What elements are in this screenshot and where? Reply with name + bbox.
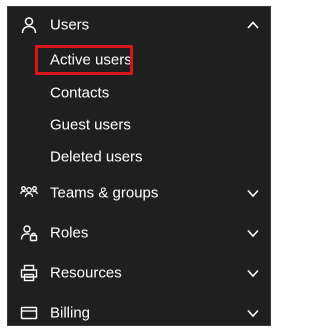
nav-item-roles-label: Roles (50, 224, 89, 242)
chevron-up-icon[interactable] (246, 18, 260, 32)
nav-item-teams-groups[interactable]: Teams & groups (8, 175, 270, 211)
nav-item-users[interactable]: Users (8, 7, 270, 43)
nav-subitem-deleted-users[interactable]: Deleted users (8, 142, 270, 172)
nav-item-roles[interactable]: Roles (8, 215, 270, 251)
people-group-icon (20, 184, 38, 202)
chevron-down-icon[interactable] (246, 186, 260, 200)
navigation-panel: Users Active users Contacts Guest users … (7, 6, 271, 326)
nav-item-billing-label: Billing (50, 304, 91, 322)
nav-item-resources-label: Resources (50, 264, 122, 282)
person-icon (20, 16, 38, 34)
nav-item-teams-groups-label: Teams & groups (50, 184, 159, 202)
chevron-down-icon[interactable] (246, 306, 260, 320)
nav-subitem-guest-users[interactable]: Guest users (8, 110, 270, 140)
nav-item-billing[interactable]: Billing (8, 295, 270, 325)
printer-icon (20, 264, 38, 282)
person-key-icon (20, 224, 38, 242)
nav-item-users-label: Users (50, 16, 90, 34)
highlight-box (35, 45, 133, 75)
chevron-down-icon[interactable] (246, 226, 260, 240)
nav-item-resources[interactable]: Resources (8, 255, 270, 291)
nav-subitem-contacts-label: Contacts (50, 84, 110, 102)
nav-subitem-deleted-users-label: Deleted users (50, 148, 143, 166)
nav-subitem-guest-users-label: Guest users (50, 116, 131, 134)
chevron-down-icon[interactable] (246, 266, 260, 280)
nav-subitem-contacts[interactable]: Contacts (8, 78, 270, 108)
credit-card-icon (20, 304, 38, 322)
